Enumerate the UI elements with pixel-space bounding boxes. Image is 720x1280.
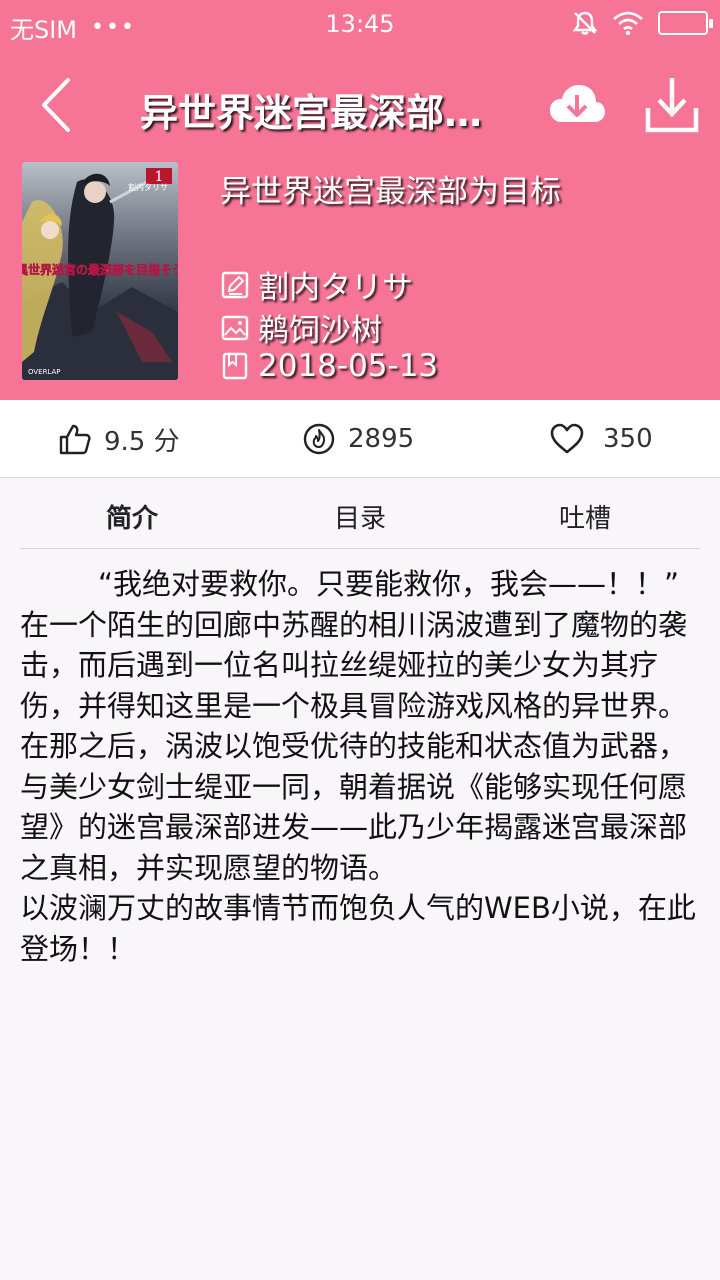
book-header: 无SIM ••• 13:45 异世界迷宫最深部… 1 割内タリサ 異世界迷宮の最… (0, 0, 720, 400)
favorites-stat[interactable]: 350 (549, 400, 653, 478)
status-right (572, 10, 713, 36)
author-row: 割内タリサ (220, 262, 413, 307)
tab-divider (20, 548, 700, 549)
rating-value: 9.5 分 (104, 426, 180, 457)
tab-contents[interactable]: 目录 (260, 498, 460, 535)
heat-stat[interactable]: 2895 (302, 400, 414, 478)
book-description: “我绝对要救你。只要能救你，我会——！！” 在一个陌生的回廊中苏醒的相川涡波遭到… (20, 564, 700, 969)
mute-icon (572, 11, 598, 35)
illustrator-row: 鹈饲沙树 (220, 305, 382, 350)
cover-author: 割内タリサ (128, 182, 168, 192)
book-title: 异世界迷宫最深部为目标 (220, 174, 561, 210)
author-name: 割内タリサ (258, 270, 413, 306)
image-icon (221, 315, 249, 340)
book-cover[interactable]: 1 割内タリサ 異世界迷宮の最深部を目指そう OVERLAP (22, 162, 178, 380)
back-icon[interactable] (30, 72, 90, 138)
fire-icon (303, 423, 335, 455)
cover-title: 異世界迷宮の最深部を目指そう (22, 262, 178, 277)
description-quote: “我绝对要救你。只要能救你，我会——！！” (98, 567, 680, 601)
cover-publisher: OVERLAP (28, 368, 61, 376)
page-title: 异世界迷宫最深部… (140, 91, 483, 135)
date-row: 2018-05-13 (220, 348, 438, 384)
status-bar: 无SIM ••• 13:45 (0, 0, 720, 50)
download-icon[interactable] (644, 74, 700, 134)
stats-bar: 9.5 分 2895 350 (0, 400, 720, 478)
pencil-icon (221, 271, 249, 298)
wifi-icon (613, 11, 643, 36)
navigation-bar: 异世界迷宫最深部… (0, 60, 720, 150)
tab-comments[interactable]: 吐槽 (485, 498, 685, 535)
publish-date: 2018-05-13 (258, 348, 439, 384)
book-icon (222, 352, 248, 380)
favorites-value: 350 (603, 424, 653, 454)
battery-icon (658, 11, 713, 35)
thumbs-up-icon (59, 424, 91, 455)
description-tagline: 以波澜万丈的故事情节而饱负人气的WEB小说，在此登场！！ (20, 891, 696, 966)
illustrator-name: 鹈饲沙树 (258, 313, 382, 349)
rating-stat[interactable]: 9.5 分 (58, 400, 180, 478)
tab-bar: 简介 目录 吐槽 (0, 478, 720, 550)
heart-icon (550, 423, 584, 454)
tab-intro[interactable]: 简介 (32, 498, 232, 535)
description-body: 在一个陌生的回廊中苏醒的相川涡波遭到了魔物的袭击，而后遇到一位名叫拉丝缇娅拉的美… (20, 607, 688, 885)
heat-value: 2895 (348, 424, 415, 454)
cover-illustration: 1 割内タリサ 異世界迷宮の最深部を目指そう OVERLAP (22, 162, 178, 380)
cloud-download-icon[interactable] (548, 80, 606, 130)
